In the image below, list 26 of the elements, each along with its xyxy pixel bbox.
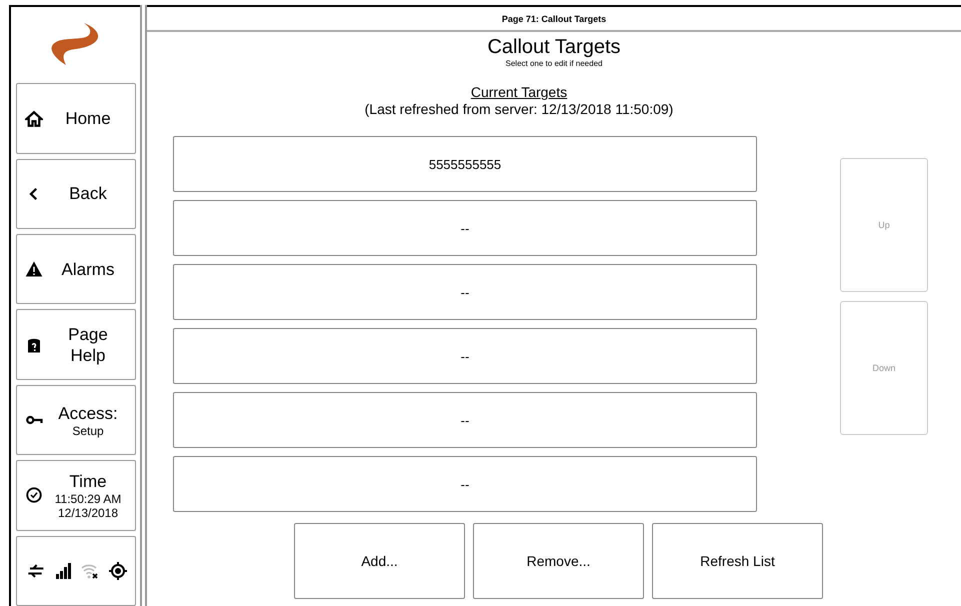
warning-icon [25, 260, 43, 278]
target-row[interactable]: -- [173, 392, 757, 448]
heading: Callout Targets [486, 36, 622, 59]
target-row[interactable]: -- [173, 328, 757, 384]
action-button[interactable]: Add... [294, 523, 465, 599]
target-row[interactable]: 5555555555 [173, 136, 757, 192]
status-panel[interactable] [16, 536, 136, 606]
home-icon [25, 110, 43, 128]
sidebar-button[interactable]: Time 11:50:29 AM 12/13/2018 [16, 460, 136, 531]
sidebar-button[interactable]: Access: Setup [16, 384, 136, 456]
page-title: Page 71: Callout Targets [147, 7, 961, 32]
sidebar-button[interactable]: Back [16, 158, 136, 230]
sidebar-button[interactable]: Page Help [16, 309, 136, 380]
clock-icon [25, 486, 43, 504]
subheading: Select one to edit if needed [504, 59, 604, 69]
action-button[interactable]: Refresh List [652, 523, 823, 599]
target-row[interactable]: -- [173, 200, 757, 256]
refresh-note: (Last refreshed from server: 12/13/2018 11:50:09) [364, 101, 674, 118]
signal-icon [55, 562, 71, 579]
target-row[interactable]: -- [173, 456, 757, 512]
action-button[interactable]: Remove... [473, 523, 644, 599]
location-target-icon [109, 562, 127, 580]
sidebar-button[interactable]: Alarms [16, 234, 136, 304]
sidebar-button[interactable]: Home [16, 83, 136, 154]
section-title: Current Targets [470, 84, 568, 101]
target-row[interactable]: -- [173, 264, 757, 320]
